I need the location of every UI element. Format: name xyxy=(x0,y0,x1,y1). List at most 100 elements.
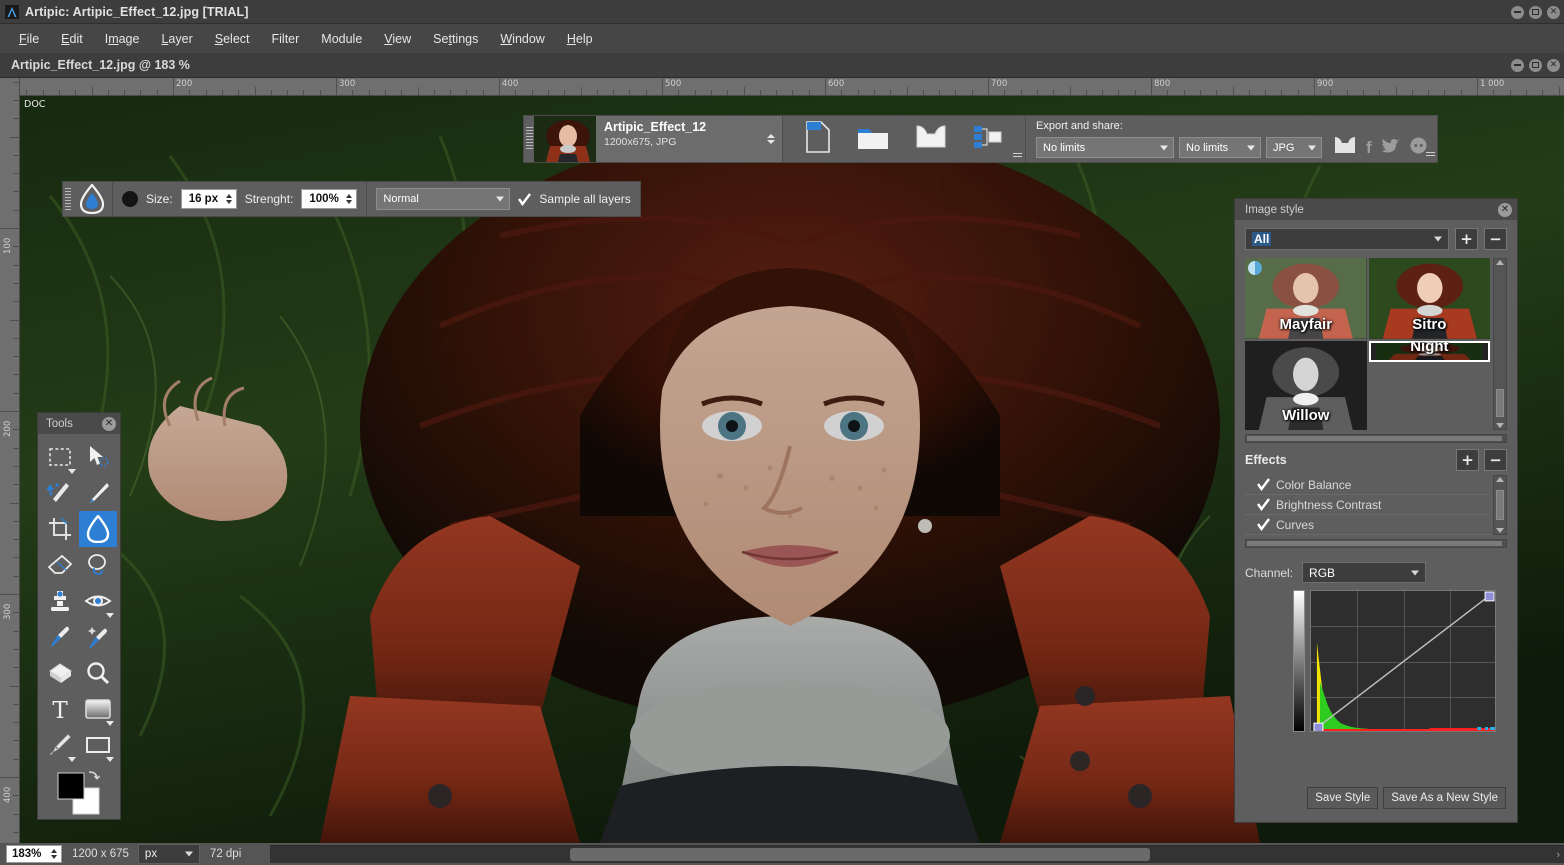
style-thumb-willow[interactable]: Willow xyxy=(1245,340,1367,430)
save-as-new-style-button[interactable]: Save As a New Style xyxy=(1383,787,1506,809)
effect-checkbox[interactable] xyxy=(1257,478,1270,491)
eraser-tool[interactable] xyxy=(41,547,79,583)
strength-input[interactable]: 100% xyxy=(301,189,358,209)
gradient-tool[interactable] xyxy=(79,691,117,727)
effect-row-color-balance[interactable]: Color Balance xyxy=(1245,475,1490,495)
menu-item-filter[interactable]: Filter xyxy=(261,28,311,50)
export-overflow-grip[interactable] xyxy=(1425,152,1435,158)
effect-checkbox[interactable] xyxy=(1257,498,1270,511)
close-button[interactable]: ✕ xyxy=(1547,5,1560,19)
maximize-button[interactable] xyxy=(1529,5,1542,19)
curves-graph[interactable] xyxy=(1310,590,1496,732)
lasso-tool[interactable] xyxy=(79,547,117,583)
open-folder-icon[interactable] xyxy=(857,124,889,155)
style-thumb-sitro[interactable]: Sitro xyxy=(1368,258,1491,339)
file-info[interactable]: Artipic_Effect_12 1200x675, JPG xyxy=(596,116,782,162)
document-thumbnail[interactable] xyxy=(534,116,596,162)
effect-row-curves[interactable]: Curves xyxy=(1245,515,1490,535)
file-spinner[interactable] xyxy=(767,134,775,144)
style-horizontal-scrollbar[interactable] xyxy=(1245,434,1507,443)
toolbar-drag-handle[interactable] xyxy=(524,116,534,162)
export-size-select[interactable]: No limits xyxy=(1036,137,1174,158)
eyedropper-tool[interactable] xyxy=(41,619,79,655)
minimize-button[interactable] xyxy=(1511,5,1524,19)
sample-all-layers-checkbox[interactable] xyxy=(518,192,532,206)
document-maximize-button[interactable] xyxy=(1529,58,1542,72)
document-close-button[interactable]: ✕ xyxy=(1547,58,1560,72)
blur-droplet-tool[interactable] xyxy=(79,511,117,547)
menu-item-view[interactable]: View xyxy=(373,28,422,50)
new-document-icon[interactable] xyxy=(805,120,831,158)
scroll-right-icon[interactable]: › xyxy=(1556,849,1560,861)
menu-item-module[interactable]: Module xyxy=(310,28,373,50)
tools-panel-header[interactable]: Tools ✕ xyxy=(38,413,120,434)
export-format-select[interactable]: JPG xyxy=(1266,137,1322,158)
organize-batch-icon[interactable] xyxy=(973,124,1003,155)
brush-settings-group: Size: 16 px Strenght: 100% xyxy=(112,182,366,216)
effect-checkbox[interactable] xyxy=(1257,518,1270,531)
style-filter-select[interactable]: All xyxy=(1245,228,1449,250)
menu-item-file[interactable]: File xyxy=(8,28,50,50)
ruler-tick-label: 400 xyxy=(3,786,13,803)
pen-tool[interactable] xyxy=(41,727,79,763)
zoom-tool[interactable] xyxy=(79,655,117,691)
paintbrush-tool[interactable] xyxy=(79,475,117,511)
paint-bucket-tool[interactable] xyxy=(41,655,79,691)
style-thumb-night[interactable]: Night xyxy=(1368,340,1491,362)
export-quality-select[interactable]: No limits xyxy=(1179,137,1261,158)
menu-item-window[interactable]: Window xyxy=(489,28,555,50)
add-style-button[interactable]: + xyxy=(1455,228,1478,250)
effect-row-brightness-contrast[interactable]: Brightness Contrast xyxy=(1245,495,1490,515)
unit-select[interactable]: px xyxy=(137,844,200,864)
style-thumb-mayfair[interactable]: Mayfair xyxy=(1245,258,1367,339)
facebook-icon[interactable]: f xyxy=(1366,138,1372,158)
effects-horizontal-scrollbar[interactable] xyxy=(1245,539,1507,548)
scrollbar-thumb[interactable] xyxy=(570,848,1150,861)
text-tool[interactable]: T xyxy=(41,691,79,727)
crop-tool[interactable] xyxy=(41,511,79,547)
effect-label: Color Balance xyxy=(1276,477,1352,492)
style-panel-header[interactable]: Image style ✕ xyxy=(1235,199,1517,220)
effects-scrollbar[interactable] xyxy=(1493,475,1507,535)
options-drag-handle[interactable] xyxy=(63,182,72,216)
file-details: 1200x675, JPG xyxy=(604,136,677,148)
menu-item-edit[interactable]: Edit xyxy=(50,28,94,50)
ruler-tick-label: 300 xyxy=(3,603,13,620)
foreground-background-color-swatch[interactable] xyxy=(38,767,120,819)
remove-style-button[interactable]: − xyxy=(1484,228,1507,250)
magic-wand-tool[interactable] xyxy=(41,475,79,511)
menu-item-select[interactable]: Select xyxy=(204,28,261,50)
save-style-button[interactable]: Save Style xyxy=(1307,787,1379,809)
style-panel-close-icon[interactable]: ✕ xyxy=(1498,202,1512,217)
style-scrollbar[interactable] xyxy=(1493,258,1507,430)
shape-rectangle-tool[interactable] xyxy=(79,727,117,763)
tools-close-icon[interactable]: ✕ xyxy=(102,416,116,431)
style-label: Sitro xyxy=(1412,315,1447,333)
twitter-icon[interactable] xyxy=(1381,137,1401,159)
document-minimize-button[interactable] xyxy=(1511,58,1524,72)
blend-mode-select[interactable]: Normal xyxy=(376,188,511,210)
size-input[interactable]: 16 px xyxy=(180,189,237,209)
zoom-input[interactable]: 183% xyxy=(6,845,62,863)
red-eye-tool[interactable] xyxy=(79,583,117,619)
save-tray-icon[interactable] xyxy=(915,124,947,155)
canvas-horizontal-scrollbar[interactable]: › xyxy=(270,845,1564,863)
remove-effect-button[interactable]: − xyxy=(1484,449,1507,471)
toolbar-overflow-grip[interactable] xyxy=(1013,153,1022,159)
export-tray-icon[interactable] xyxy=(1333,135,1357,160)
color-picker-tool[interactable] xyxy=(79,619,117,655)
clone-stamp-tool[interactable] xyxy=(41,583,79,619)
effects-header: Effects + − xyxy=(1245,449,1507,471)
sample-all-layers-label: Sample all layers xyxy=(539,192,631,206)
file-name: Artipic_Effect_12 xyxy=(604,120,707,134)
channel-select[interactable]: RGB xyxy=(1302,562,1427,583)
more-share-icon[interactable] xyxy=(1410,137,1427,159)
menu-item-layer[interactable]: Layer xyxy=(150,28,203,50)
add-effect-button[interactable]: + xyxy=(1456,449,1479,471)
rectangular-marquee-tool[interactable] xyxy=(41,439,79,475)
brush-shape-swatch[interactable] xyxy=(122,191,138,207)
move-select-tool[interactable] xyxy=(79,439,117,475)
menu-item-image[interactable]: Image xyxy=(94,28,151,50)
menu-item-help[interactable]: Help xyxy=(556,28,604,50)
menu-item-settings[interactable]: Settings xyxy=(422,28,489,50)
